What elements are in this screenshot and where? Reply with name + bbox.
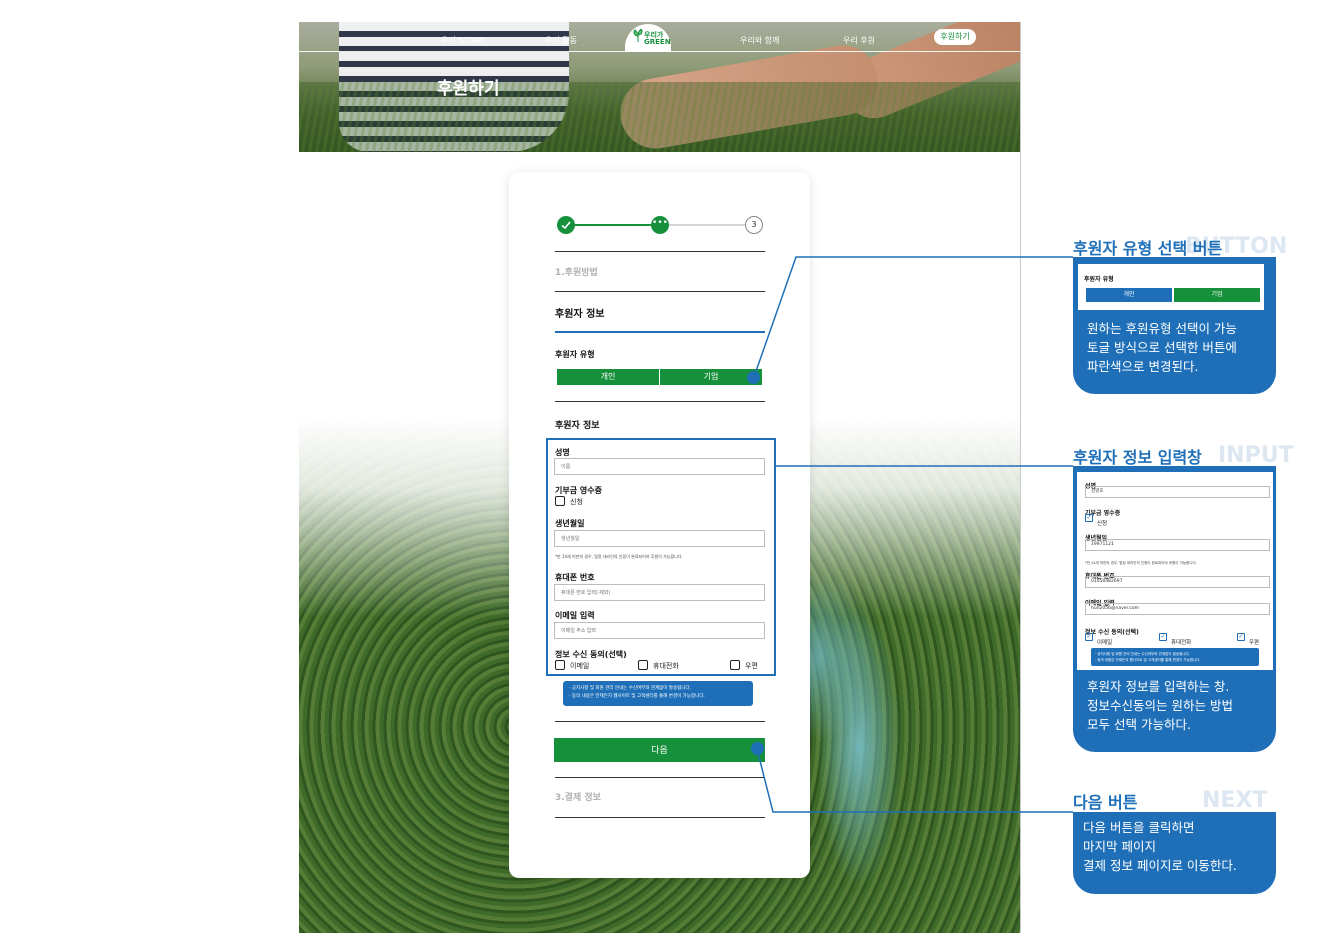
donor-type-label: 후원자 유형 — [555, 350, 595, 359]
callout-marker-next — [751, 742, 764, 755]
mini-name-field: 김영호 — [1085, 486, 1270, 498]
consent-info-box: · 공지사항 및 회원 관리 안내는 수신여부와 관계없이 발송됩니다. · 동… — [563, 681, 753, 706]
annotation-text: 원하는 후원유형 선택이 가능 — [1087, 321, 1237, 336]
mini-individual-button: 개인 — [1086, 288, 1172, 302]
step-2-current: ••• — [651, 216, 669, 234]
donate-nav-button[interactable]: 후원하기 — [934, 29, 976, 45]
divider — [555, 721, 765, 722]
nav-item-together[interactable]: 우리와 함께 — [740, 35, 779, 46]
annotation-text: 다음 버튼을 클릭하면 — [1083, 820, 1195, 835]
annotation-input-panel: 성명 김영호 기부금 영수증 ✓ 신청 생년월일 19971121 *만 14세… — [1073, 466, 1276, 752]
top-nav: 우리 STORY 우리 활동 우리가 GREEN 우리와 함께 우리 후원 후원… — [299, 22, 1021, 52]
section-payment-info[interactable]: 3.결제 정보 — [555, 790, 601, 803]
nav-item-activity[interactable]: 우리 활동 — [545, 35, 577, 46]
nav-item-support[interactable]: 우리 후원 — [843, 35, 875, 46]
step-progress-done — [567, 224, 659, 226]
step-3-next: 3 — [745, 216, 763, 234]
mini-check-icon: ✓ — [1159, 633, 1167, 641]
annotation-text: 모두 선택 가능하다. — [1087, 717, 1191, 732]
annotation-text: 후원자 정보를 입력하는 창. — [1087, 679, 1230, 694]
step-1-complete — [557, 216, 575, 234]
consent-info-line: · 동의 내용은 언제든지 웹사이트 및 고객센터를 통해 변경이 가능합니다. — [569, 694, 705, 699]
mini-input-preview: 성명 김영호 기부금 영수증 ✓ 신청 생년월일 19971121 *만 14세… — [1076, 471, 1274, 671]
mini-email-field: hun2056@naver.com — [1085, 603, 1270, 615]
divider — [555, 817, 765, 818]
nav-item-story[interactable]: 우리 STORY — [441, 35, 484, 46]
check-icon — [561, 221, 571, 230]
donor-info-highlight — [546, 438, 776, 676]
next-button[interactable]: 다음 — [554, 738, 765, 762]
annotation-button-panel: 후원자 유형 개인 기업 원하는 후원유형 선택이 가능 토글 방식으로 선택한… — [1073, 257, 1276, 394]
annotation-text: 마지막 페이지 — [1083, 839, 1156, 854]
mini-type-label: 후원자 유형 — [1084, 276, 1114, 283]
section-donor-info: 후원자 정보 — [555, 309, 605, 320]
annotation-text: 토글 방식으로 선택한 버튼에 — [1087, 340, 1237, 355]
mini-type-preview: 후원자 유형 개인 기업 — [1077, 263, 1265, 311]
hero-photo-grass — [299, 82, 1021, 152]
section-payment-method[interactable]: 1.후원방법 — [555, 265, 598, 278]
annotation-text: 파란색으로 변경된다. — [1087, 359, 1199, 374]
annotation-button-title: 후원자 유형 선택 버튼 — [1073, 239, 1223, 258]
annotation-text: 결제 정보 페이지로 이동한다. — [1083, 858, 1237, 873]
mini-info-box: · 공지사항 및 회원 관리 안내는 수신여부와 관계없이 발송됩니다. · 동… — [1091, 648, 1259, 666]
annotation-bg-word: NEXT — [1202, 788, 1268, 813]
section-active-underline — [555, 331, 765, 333]
mini-info-line: · 동의 내용은 언제든지 웹사이트 및 고객센터를 통해 변경이 가능합니다. — [1095, 658, 1201, 662]
divider — [555, 291, 765, 292]
annotation-next-panel: 다음 버튼을 클릭하면 마지막 페이지 결제 정보 페이지로 이동한다. — [1073, 812, 1276, 894]
step-progress-todo — [660, 224, 753, 226]
annotation-next-title: 다음 버튼 — [1073, 793, 1138, 812]
annotation-input-title: 후원자 정보 입력창 — [1073, 448, 1202, 467]
site-logo[interactable]: 우리가 GREEN — [625, 24, 671, 52]
mini-check-icon: ✓ — [1085, 514, 1093, 522]
mini-company-button: 기업 — [1174, 288, 1260, 302]
site-border — [1020, 22, 1021, 933]
consent-info-line: · 공지사항 및 회원 관리 안내는 수신여부와 관계없이 발송됩니다. — [569, 686, 691, 691]
divider — [555, 401, 765, 402]
callout-marker-button — [747, 371, 760, 384]
annotation-bg-word: INPUT — [1218, 443, 1294, 468]
divider — [555, 777, 765, 778]
donor-type-individual-button[interactable]: 개인 — [557, 369, 659, 385]
leaf-logo-icon — [633, 29, 643, 42]
mini-check-icon: ✓ — [1237, 633, 1245, 641]
mini-phone-field: 01050482697 — [1085, 576, 1270, 588]
hero-title: 후원하기 — [437, 79, 500, 99]
divider — [555, 251, 765, 252]
mini-birth-field: 19971121 — [1085, 539, 1270, 551]
annotation-text: 정보수신동의는 원하는 방법 — [1087, 698, 1233, 713]
donor-info-title: 후원자 정보 — [555, 421, 600, 431]
mini-check-icon: ✓ — [1085, 633, 1093, 641]
logo-text-bottom: GREEN — [644, 38, 671, 46]
